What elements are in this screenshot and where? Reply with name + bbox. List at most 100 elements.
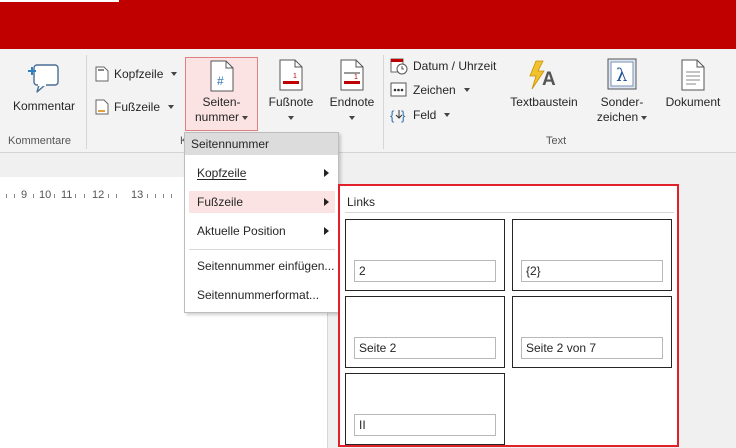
submenu-arrow-icon <box>324 198 329 206</box>
ribbon: Kommentar Kommentare Kopfzeile Fußzeile … <box>0 49 736 153</box>
lambda-symbol-icon: λ <box>607 58 637 90</box>
seitennummer-button[interactable]: # Seiten- nummer <box>185 57 258 131</box>
endnote-icon: 1 <box>340 59 364 91</box>
chevron-down-icon <box>168 105 175 109</box>
dokument-label: Dokument <box>665 95 721 109</box>
datum-uhrzeit-button[interactable]: Datum / Uhrzeit <box>390 55 496 77</box>
svg-text:A: A <box>542 69 556 90</box>
page-number-icon: # <box>210 60 233 92</box>
menu-item-label: Fußzeile <box>197 195 244 209</box>
document-icon <box>681 59 705 91</box>
sonderzeichen-label-2: zeichen <box>596 110 639 124</box>
group-separator <box>86 55 87 149</box>
ruler-tick <box>116 194 117 198</box>
tile-preview: {2} <box>521 260 663 282</box>
textbaustein-icon: A <box>529 60 556 90</box>
textbaustein-button[interactable]: A Textbaustein <box>506 59 582 110</box>
ruler-bar <box>0 153 736 177</box>
menu-item-label: Seitennummerformat... <box>197 288 320 302</box>
comment-icon <box>28 64 59 93</box>
menu-item-label: Seitennummer einfügen... <box>197 259 335 273</box>
feld-button[interactable]: {} Feld <box>390 104 451 126</box>
tile-preview: 2 <box>354 260 496 282</box>
calendar-clock-icon <box>390 58 408 75</box>
gallery-tile[interactable]: II <box>345 373 505 445</box>
dokument-button[interactable]: Dokument <box>660 59 726 110</box>
ruler-tick <box>14 194 15 198</box>
menu-item-seitennummerformat[interactable]: Seitennummerformat... <box>189 284 335 306</box>
seitennummer-menu: Seitennummer Kopfzeile Fußzeile Aktuelle… <box>184 132 339 313</box>
group-separator <box>383 55 384 149</box>
ruler-tick <box>75 194 76 198</box>
svg-text:λ: λ <box>616 65 627 86</box>
header-page-icon <box>95 66 109 82</box>
horizontal-ruler[interactable]: 9 10 11 12 13 <box>0 186 184 206</box>
gallery-tile[interactable]: Seite 2 von 7 <box>512 296 672 368</box>
kopfzeile-button[interactable]: Kopfzeile <box>95 63 178 85</box>
title-bar <box>0 0 736 49</box>
menu-item-fusszeile[interactable]: Fußzeile <box>189 191 335 213</box>
gallery-title: Links <box>347 195 376 209</box>
gallery-tile[interactable]: 2 <box>345 219 505 291</box>
submenu-arrow-icon <box>324 227 329 235</box>
svg-text:1: 1 <box>354 74 358 81</box>
menu-separator <box>189 249 335 250</box>
ruler-tick <box>171 194 172 198</box>
gallery-tile[interactable]: Seite 2 <box>345 296 505 368</box>
textbaustein-label: Textbaustein <box>510 95 578 109</box>
fusszeile-button[interactable]: Fußzeile <box>95 96 175 118</box>
footnote-icon: 1 <box>279 59 303 91</box>
kommentar-label: Kommentar <box>12 99 76 113</box>
menu-header: Seitennummer <box>185 133 338 155</box>
chevron-down-icon <box>288 115 294 120</box>
active-tab-strip <box>0 0 119 2</box>
svg-text:1: 1 <box>293 73 297 80</box>
chevron-down-icon <box>242 115 248 120</box>
page-number-gallery: Links 2 {2} Seite 2 Seite 2 von 7 II <box>338 184 679 447</box>
fussnote-caret-row <box>262 110 320 125</box>
fusszeile-label: Fußzeile <box>114 100 161 114</box>
chevron-down-icon <box>444 113 451 117</box>
ellipsis-box-icon <box>390 82 407 97</box>
ruler-tick <box>84 194 85 198</box>
kommentar-button[interactable]: Kommentar <box>8 61 80 114</box>
group-label-kommentare: Kommentare <box>8 135 71 147</box>
sonderzeichen-label-1: Sonder- <box>600 95 644 109</box>
ruler-tick <box>33 194 34 198</box>
seitennummer-label-2: nummer <box>194 110 239 124</box>
chevron-down-icon <box>171 72 178 76</box>
fussnote-button[interactable]: 1 Fußnote <box>262 59 320 125</box>
zeichen-button[interactable]: Zeichen <box>390 79 470 101</box>
seitennummer-label-2-row: nummer <box>186 110 257 125</box>
chevron-down-icon <box>349 115 355 120</box>
menu-item-aktuelle-position[interactable]: Aktuelle Position <box>189 220 335 242</box>
ruler-number: 10 <box>39 189 52 201</box>
submenu-arrow-icon <box>324 169 329 177</box>
gallery-tile[interactable]: {2} <box>512 219 672 291</box>
ruler-tick <box>54 194 55 198</box>
sonderzeichen-button[interactable]: λ Sonder- zeichen <box>592 57 652 125</box>
menu-item-seitennummer-einfuegen[interactable]: Seitennummer einfügen... <box>189 255 335 277</box>
ruler-number: 13 <box>131 189 144 201</box>
chevron-down-icon <box>463 88 470 92</box>
fussnote-label: Fußnote <box>268 95 314 109</box>
endnote-button[interactable]: 1 Endnote <box>323 59 381 125</box>
ruler-tick <box>163 194 164 198</box>
feld-label: Feld <box>413 108 437 122</box>
field-braces-icon: {} <box>390 108 406 123</box>
kopfzeile-label: Kopfzeile <box>114 67 164 81</box>
gallery-divider <box>345 212 674 213</box>
seitennummer-label-1: Seiten- <box>202 95 241 109</box>
menu-item-label: Aktuelle Position <box>197 224 286 238</box>
ruler-number: 11 <box>61 189 73 201</box>
zeichen-label: Zeichen <box>413 83 456 97</box>
group-label-text: Text <box>546 135 567 147</box>
tile-preview: Seite 2 von 7 <box>521 337 663 359</box>
ruler-tick <box>108 194 109 198</box>
menu-item-kopfzeile[interactable]: Kopfzeile <box>189 162 335 184</box>
svg-text:#: # <box>217 74 224 88</box>
ruler-tick <box>6 194 7 198</box>
tile-preview: Seite 2 <box>354 337 496 359</box>
footer-page-icon <box>95 99 109 115</box>
ruler-tick <box>155 194 156 198</box>
